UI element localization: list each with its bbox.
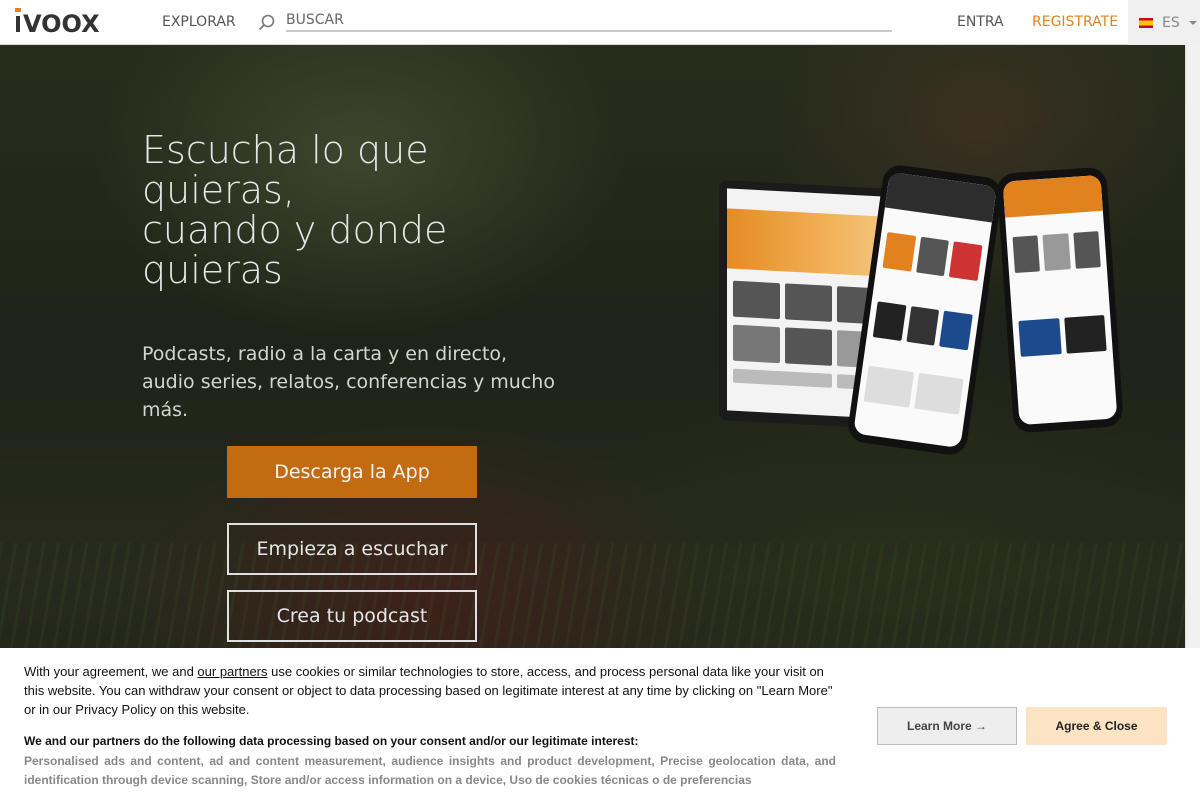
- language-selector[interactable]: ES: [1128, 0, 1200, 45]
- svg-text:VOOX: VOOX: [23, 10, 100, 36]
- devices-illustration: [715, 163, 1130, 457]
- ivoox-logo[interactable]: VOOX: [15, 6, 115, 36]
- cookie-purposes-list: Personalised ads and content, ad and con…: [24, 754, 836, 787]
- hero-title: Escucha lo que quieras, cuando y donde q…: [142, 128, 448, 292]
- agree-close-button[interactable]: Agree & Close: [1026, 707, 1167, 745]
- partners-link[interactable]: our partners: [197, 664, 267, 679]
- create-podcast-button[interactable]: Crea tu podcast: [227, 590, 477, 642]
- cookie-text-start: With your agreement, we and: [24, 664, 198, 679]
- search-input[interactable]: [286, 10, 892, 32]
- search-bar: [258, 8, 894, 34]
- language-label: ES: [1162, 14, 1180, 31]
- learn-more-button[interactable]: Learn More →: [877, 707, 1017, 745]
- explore-link[interactable]: EXPLORAR: [162, 14, 236, 30]
- search-icon[interactable]: [258, 14, 276, 32]
- cookie-consent-banner: With your agreement, we and our partners…: [0, 648, 1200, 803]
- login-link[interactable]: ENTRA: [957, 14, 1004, 30]
- register-link[interactable]: REGISTRATE: [1032, 14, 1118, 30]
- start-listening-button[interactable]: Empieza a escuchar: [227, 523, 477, 575]
- top-navigation: VOOX EXPLORAR ENTRA REGISTRATE ES: [0, 0, 1200, 45]
- cookie-purposes-heading: We and our partners do the following dat…: [24, 734, 639, 748]
- phone-mockup-secondary: [996, 166, 1124, 434]
- hero-subtitle: Podcasts, radio a la carta y en directo,…: [142, 343, 555, 421]
- spain-flag-icon: [1139, 17, 1153, 28]
- download-app-button[interactable]: Descarga la App: [227, 446, 477, 498]
- cookie-consent-text: With your agreement, we and our partners…: [24, 662, 836, 719]
- caret-down-icon: [1188, 20, 1197, 25]
